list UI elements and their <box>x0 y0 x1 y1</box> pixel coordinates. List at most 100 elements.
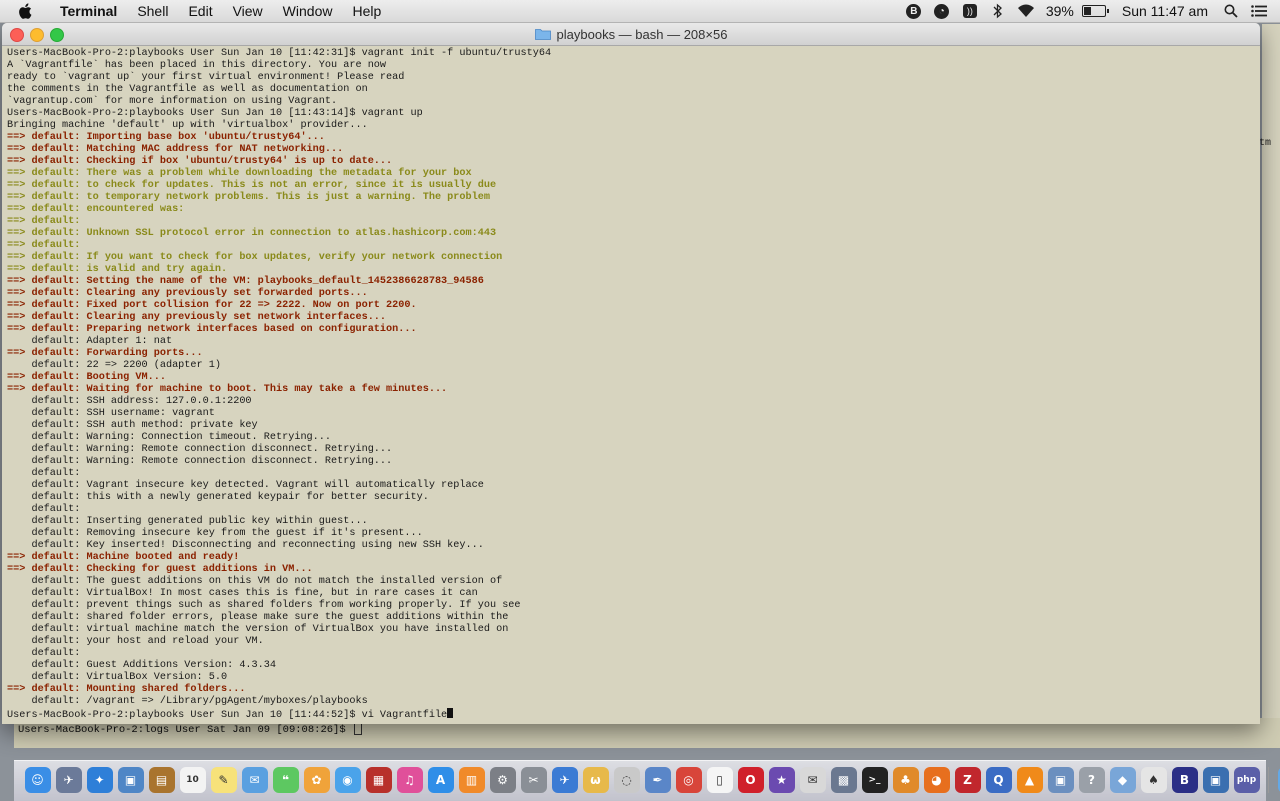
image-capture-icon[interactable]: ▩ <box>831 767 857 793</box>
terminal-output[interactable]: Users-MacBook-Pro-2:playbooks User Sun J… <box>2 46 1260 720</box>
ibooks-icon[interactable]: ▥ <box>459 767 485 793</box>
terminal-icon[interactable]: >_ <box>862 767 888 793</box>
terminal-line-text: ==> default: Setting the name of the VM:… <box>7 276 484 287</box>
system-preferences-icon[interactable]: ⚙ <box>490 767 516 793</box>
itunes-icon[interactable]: ♫ <box>397 767 423 793</box>
script-editor-icon[interactable]: ✉ <box>800 767 826 793</box>
apple-menu-icon[interactable] <box>18 2 38 20</box>
background-prompt-text: Users-MacBook-Pro-2:logs User Sat Jan 09… <box>18 724 352 736</box>
finder-icon[interactable]: ☺ <box>25 767 51 793</box>
dock-icon-glyph: ✉ <box>249 773 259 787</box>
voice-status-icon[interactable]: )) <box>961 2 979 20</box>
filezilla-alt-icon[interactable]: Z <box>955 767 981 793</box>
network-icon[interactable]: ▣ <box>1048 767 1074 793</box>
disk-utility-icon[interactable]: ◌ <box>614 767 640 793</box>
terminal-line-text: `vagrantup.com` for more information on … <box>7 96 337 107</box>
launchpad-icon[interactable]: ✈ <box>56 767 82 793</box>
safari-icon[interactable]: ✦ <box>87 767 113 793</box>
bbedit-icon[interactable]: B <box>1172 767 1198 793</box>
terminal-line-text: default: SSH address: 127.0.0.1:2200 <box>7 396 252 407</box>
terminal-line-text: ==> default: Waiting for machine to boot… <box>7 384 447 395</box>
calendar-icon[interactable]: 10 <box>180 767 206 793</box>
help-icon[interactable]: ? <box>1079 767 1105 793</box>
menu-app-name[interactable]: Terminal <box>52 0 127 22</box>
chrome-icon[interactable]: ◎ <box>676 767 702 793</box>
terminal-line: default: prevent things such as shared f… <box>7 600 1255 612</box>
terminal-line: Users-MacBook-Pro-2:playbooks User Sun J… <box>7 108 1255 120</box>
dock-icon-glyph: php <box>1237 775 1256 785</box>
dock-icon-glyph: Q <box>993 773 1003 787</box>
dock-icon-glyph: 10 <box>186 775 199 785</box>
mail-icon[interactable]: ✉ <box>242 767 268 793</box>
photos-icon[interactable]: ✿ <box>304 767 330 793</box>
vlc-icon[interactable]: ▲ <box>1017 767 1043 793</box>
dock-icon-glyph: ω <box>590 773 600 787</box>
wifi-icon[interactable] <box>1017 2 1035 20</box>
background-terminal-edge[interactable] <box>1262 24 1280 724</box>
paint-icon[interactable]: ✒ <box>645 767 671 793</box>
terminal-line: default: your host and reload your VM. <box>7 636 1255 648</box>
dock-icon-glyph: ◉ <box>342 773 352 787</box>
terminal-line-text: ==> default: If you want to check for bo… <box>7 252 502 263</box>
bbedit-status-icon[interactable]: B <box>905 2 923 20</box>
dock-icon-glyph: ♣ <box>900 773 911 787</box>
menu-view[interactable]: View <box>223 0 273 22</box>
terminal-line-text: ==> default: to check for updates. This … <box>7 180 496 191</box>
xcode-icon[interactable]: ✈ <box>552 767 578 793</box>
filezilla-icon[interactable]: ω <box>583 767 609 793</box>
bluetooth-icon[interactable] <box>989 2 1007 20</box>
virtualbox-icon[interactable]: ▣ <box>1203 767 1229 793</box>
menu-clock[interactable]: Sun 11:47 am <box>1122 3 1208 19</box>
menu-window[interactable]: Window <box>273 0 343 22</box>
text-file-icon[interactable]: ▯ <box>707 767 733 793</box>
terminal-line: default: Warning: Connection timeout. Re… <box>7 432 1255 444</box>
terminal-line: default: VirtualBox! In most cases this … <box>7 588 1255 600</box>
php-icon[interactable]: php <box>1234 767 1260 793</box>
preview-icon[interactable]: ▣ <box>118 767 144 793</box>
battery-percent[interactable]: 39% <box>1046 3 1074 19</box>
zoom-button[interactable] <box>50 28 64 42</box>
messages-icon[interactable]: ❝ <box>273 767 299 793</box>
menu-edit[interactable]: Edit <box>178 0 222 22</box>
notebook-icon[interactable]: ▤ <box>149 767 175 793</box>
quicktime-icon[interactable]: Q <box>986 767 1012 793</box>
terminal-line: ==> default: Checking for guest addition… <box>7 564 1255 576</box>
terminal-line: default: shared folder errors, please ma… <box>7 612 1255 624</box>
terminal-line: default: Warning: Remote connection disc… <box>7 444 1255 456</box>
facetime-icon[interactable]: ◉ <box>335 767 361 793</box>
dock-icon-glyph: ▦ <box>373 773 384 787</box>
terminal-line: ==> default: to temporary network proble… <box>7 192 1255 204</box>
menu-help[interactable]: Help <box>342 0 391 22</box>
dock-icon-glyph: ✂ <box>528 773 538 787</box>
terminal-line: default: SSH auth method: private key <box>7 420 1255 432</box>
terminal-line-text: default: shared folder errors, please ma… <box>7 612 508 623</box>
terminal-line-text: default: virtual machine match the versi… <box>7 624 508 635</box>
box-icon[interactable]: ◆ <box>1110 767 1136 793</box>
notes-icon[interactable]: ✎ <box>211 767 237 793</box>
dock-icon-glyph: ▲ <box>1025 773 1034 787</box>
gimp-icon[interactable]: ♣ <box>893 767 919 793</box>
dock-icon-glyph: ☺ <box>31 773 44 787</box>
spotlight-search-icon[interactable] <box>1222 2 1240 20</box>
firefox-icon[interactable]: ◕ <box>924 767 950 793</box>
terminal-line: ==> default: If you want to check for bo… <box>7 252 1255 264</box>
photo-booth-icon[interactable]: ▦ <box>366 767 392 793</box>
minimize-button[interactable] <box>30 28 44 42</box>
terminal-line-text: A `Vagrantfile` has been placed in this … <box>7 60 386 71</box>
close-button[interactable] <box>10 28 24 42</box>
terminal-line: the comments in the Vagrantfile as well … <box>7 84 1255 96</box>
notification-center-icon[interactable] <box>1250 2 1268 20</box>
terminal-line: ==> default: Fixed port collision for 22… <box>7 300 1255 312</box>
clipboard-status-icon[interactable]: ◔ <box>933 2 951 20</box>
app-store-icon[interactable]: A <box>428 767 454 793</box>
terminal-window[interactable]: playbooks — bash — 208×56 Users-MacBook-… <box>2 23 1260 724</box>
cards-icon[interactable]: ♠ <box>1141 767 1167 793</box>
menu-shell[interactable]: Shell <box>127 0 178 22</box>
terminal-line-text: ==> default: Unknown SSL protocol error … <box>7 228 496 239</box>
opera-icon[interactable]: O <box>738 767 764 793</box>
grab-icon[interactable]: ✂ <box>521 767 547 793</box>
battery-icon[interactable] <box>1082 5 1106 17</box>
imovie-icon[interactable]: ★ <box>769 767 795 793</box>
window-titlebar[interactable]: playbooks — bash — 208×56 <box>2 23 1260 46</box>
terminal-line: ==> default: Preparing network interface… <box>7 324 1255 336</box>
